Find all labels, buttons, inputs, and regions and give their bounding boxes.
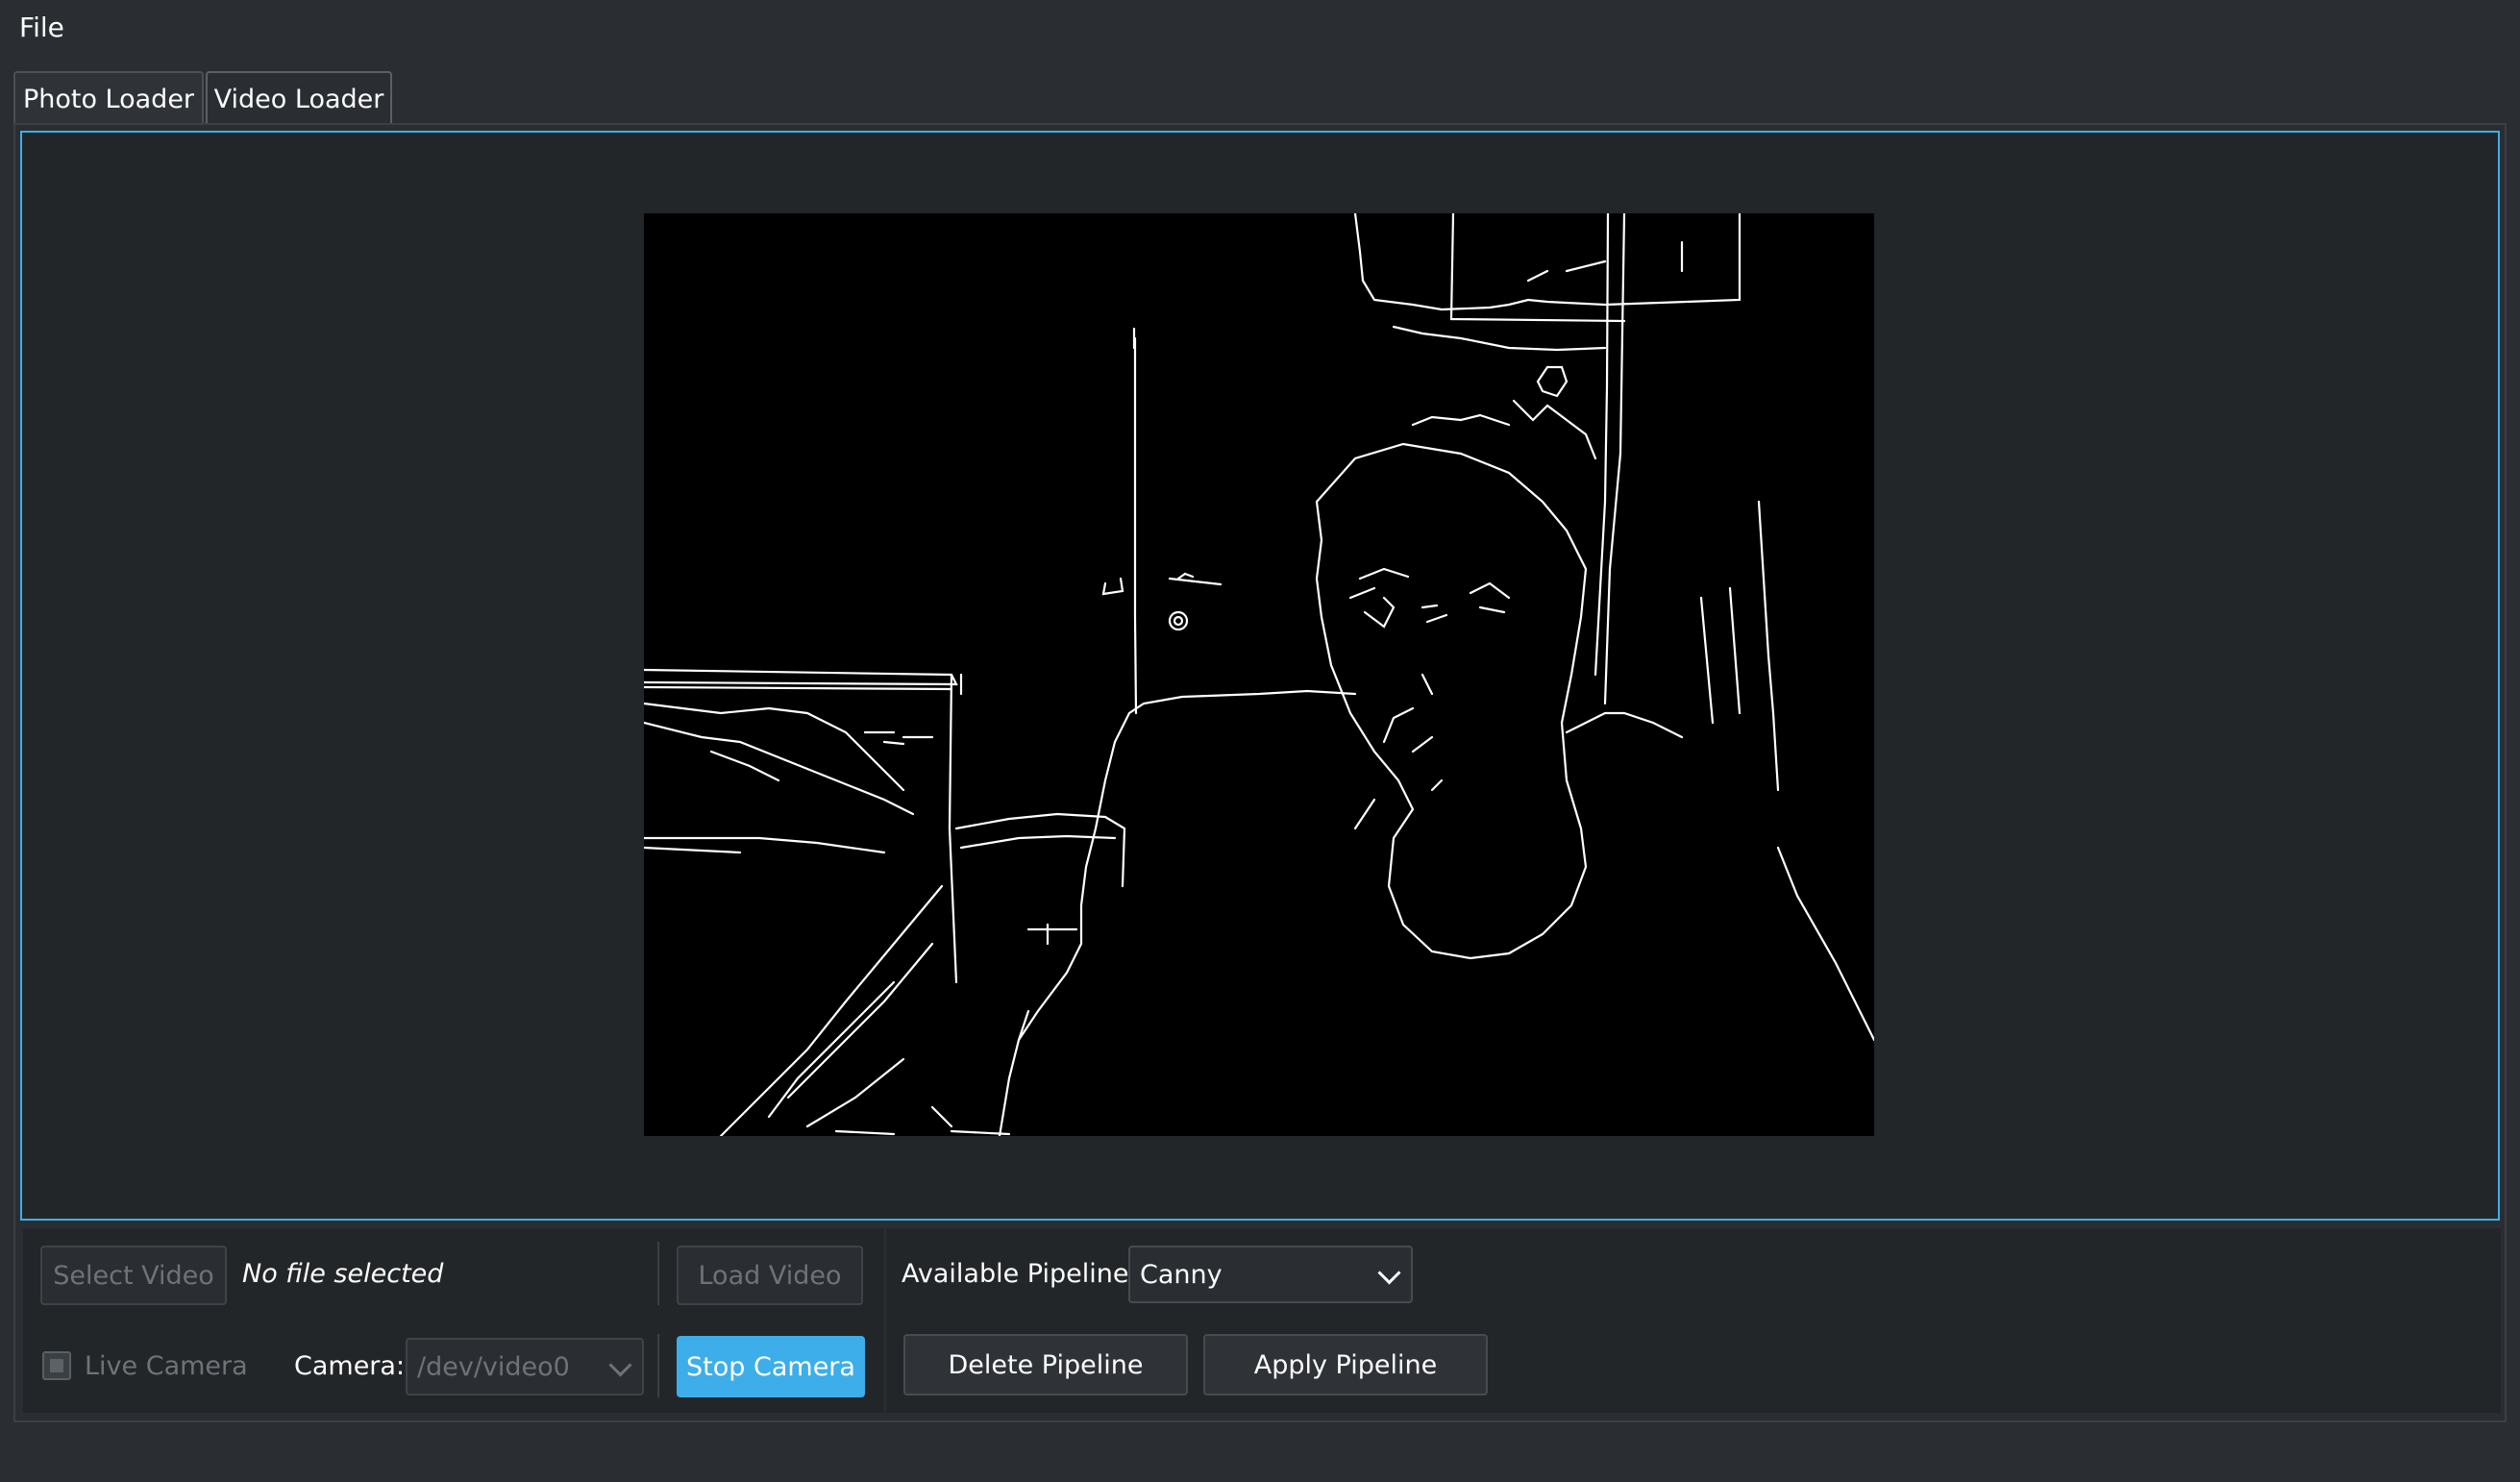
tab-video-loader[interactable]: Video Loader	[206, 71, 392, 127]
separator	[657, 1242, 659, 1305]
chevron-down-icon	[1377, 1261, 1401, 1285]
apply-pipeline-button[interactable]: Apply Pipeline	[1203, 1334, 1488, 1396]
live-camera-checkbox[interactable]	[42, 1351, 71, 1380]
load-video-button[interactable]: Load Video	[677, 1246, 863, 1305]
video-preview	[644, 213, 1874, 1136]
select-video-button[interactable]: Select Video	[40, 1246, 227, 1305]
pipeline-label: Available Pipeline:	[902, 1259, 1138, 1289]
pipeline-select[interactable]: Canny	[1128, 1246, 1413, 1303]
menu-bar: File	[0, 0, 2520, 60]
menu-file[interactable]: File	[8, 6, 76, 50]
chevron-down-icon	[608, 1353, 632, 1377]
live-camera-label: Live Camera	[85, 1351, 248, 1381]
camera-select[interactable]: /dev/video0	[406, 1338, 644, 1396]
delete-pipeline-button[interactable]: Delete Pipeline	[903, 1334, 1188, 1396]
file-status-label: No file selected	[242, 1259, 444, 1289]
tab-photo-loader[interactable]: Photo Loader	[13, 71, 204, 125]
canny-edge-image	[644, 213, 1874, 1136]
stop-camera-button[interactable]: Stop Camera	[677, 1336, 865, 1397]
separator	[657, 1334, 659, 1397]
camera-label: Camera:	[294, 1351, 406, 1381]
pipeline-select-value: Canny	[1140, 1259, 1223, 1290]
camera-select-value: /dev/video0	[417, 1351, 570, 1382]
checkbox-indicator	[50, 1359, 63, 1372]
